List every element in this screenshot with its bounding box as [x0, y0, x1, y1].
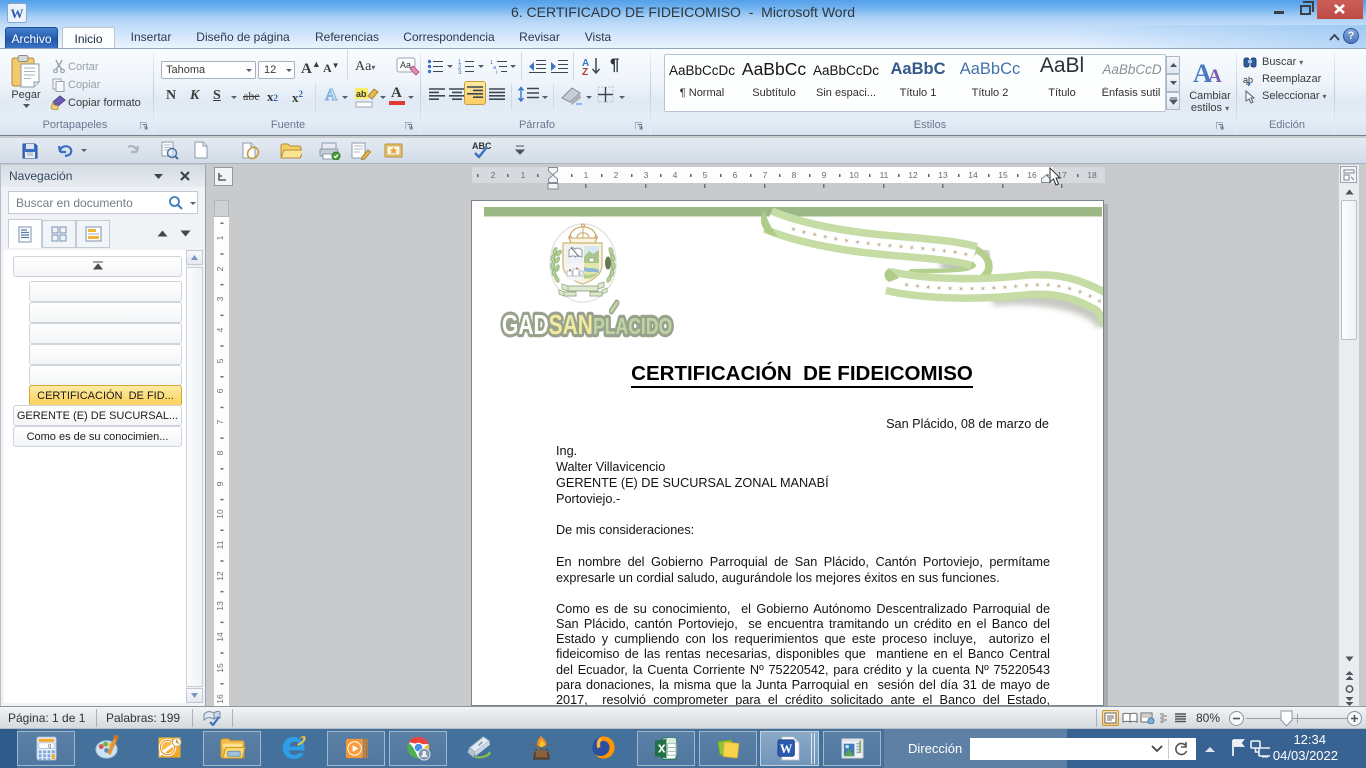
- svg-text:12: 12: [908, 170, 918, 180]
- svg-text:0: 0: [48, 744, 51, 750]
- svg-text:11: 11: [215, 540, 225, 549]
- svg-text:16: 16: [215, 694, 225, 704]
- svg-text:4: 4: [673, 170, 678, 180]
- svg-text:Aa: Aa: [400, 60, 411, 70]
- svg-text:9: 9: [822, 170, 827, 180]
- svg-text:6: 6: [733, 170, 738, 180]
- svg-text:4: 4: [215, 327, 225, 332]
- svg-text:2: 2: [215, 266, 225, 271]
- svg-text:1: 1: [215, 235, 225, 240]
- svg-text:9: 9: [215, 481, 225, 486]
- svg-text:13: 13: [215, 601, 225, 611]
- svg-text:5: 5: [215, 358, 225, 363]
- svg-text:A: A: [1208, 66, 1222, 86]
- svg-text:6: 6: [215, 388, 225, 393]
- svg-text:1: 1: [584, 170, 589, 180]
- svg-text:13: 13: [938, 170, 948, 180]
- svg-text:2: 2: [614, 170, 619, 180]
- svg-text:GADSANPLACIDO: GADSANPLACIDO: [502, 310, 672, 341]
- svg-text:11: 11: [880, 170, 889, 180]
- svg-text:W: W: [780, 742, 793, 756]
- svg-text:15: 15: [998, 170, 1008, 180]
- svg-text:3: 3: [458, 70, 462, 74]
- svg-text:W: W: [11, 6, 24, 21]
- svg-text:7: 7: [215, 419, 225, 424]
- svg-text:16: 16: [1027, 170, 1037, 180]
- svg-text:18: 18: [1087, 170, 1097, 180]
- svg-text:ABC: ABC: [472, 141, 492, 151]
- svg-text:8: 8: [792, 170, 797, 180]
- svg-text:7: 7: [763, 170, 768, 180]
- svg-text:ab: ab: [356, 89, 367, 99]
- svg-text:15: 15: [215, 663, 225, 673]
- svg-text:1: 1: [521, 170, 526, 180]
- svg-text:12: 12: [215, 571, 225, 581]
- svg-text:i: i: [496, 70, 497, 74]
- svg-text:10: 10: [215, 509, 225, 519]
- svg-text:8: 8: [215, 450, 225, 455]
- svg-text:5: 5: [703, 170, 708, 180]
- svg-text:3: 3: [644, 170, 649, 180]
- svg-text:10: 10: [849, 170, 859, 180]
- svg-text:14: 14: [215, 632, 225, 642]
- svg-text:14: 14: [968, 170, 978, 180]
- svg-text:2: 2: [491, 170, 496, 180]
- svg-text:3: 3: [215, 296, 225, 301]
- svg-text:Z: Z: [582, 67, 588, 76]
